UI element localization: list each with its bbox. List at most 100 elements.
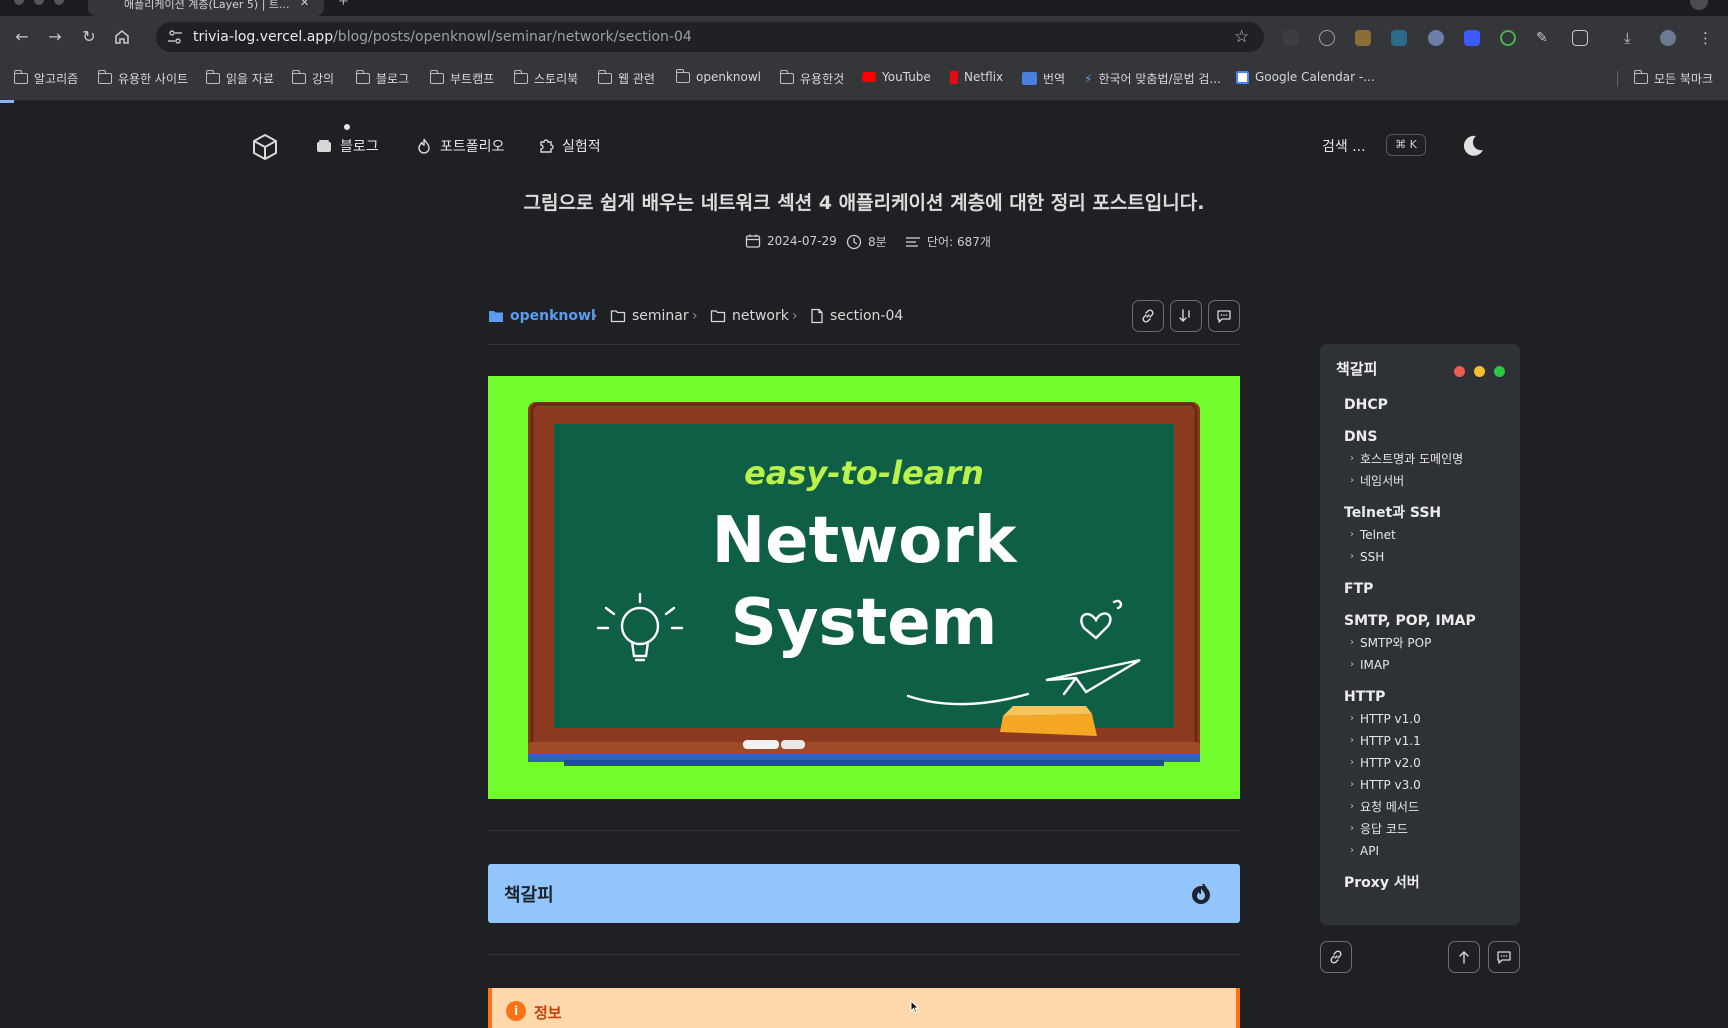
window-zoom-control[interactable] [54, 0, 64, 5]
toc-subsection-link[interactable]: › 응답 코드 [1344, 818, 1514, 840]
toc-subsection-link[interactable]: › SSH [1344, 546, 1514, 568]
toc-subsection-link[interactable]: › HTTP v1.1 [1344, 730, 1514, 752]
toc-subsection-link[interactable]: › Telnet [1344, 524, 1514, 546]
toc-section-link[interactable]: Proxy 서버 [1344, 872, 1514, 894]
profile-icon[interactable] [1660, 30, 1676, 46]
extension-bitwarden-icon[interactable] [1464, 30, 1480, 46]
reload-icon[interactable]: ↻ [79, 27, 99, 47]
extension-eyedropper-icon[interactable]: ✎ [1536, 30, 1552, 46]
menu-kebab-icon[interactable]: ⋮ [1698, 30, 1714, 46]
toc-section-link[interactable]: Telnet과 SSH [1344, 502, 1514, 524]
toc-subsection-link[interactable]: › API [1344, 840, 1514, 862]
profile-avatar[interactable] [1690, 0, 1708, 10]
bookmark-folder[interactable]: 블로그 [355, 70, 409, 87]
divider [488, 830, 1240, 831]
bookmark-folder[interactable]: 웹 관련 [597, 70, 655, 87]
scroll-down-button[interactable] [1170, 300, 1202, 332]
nav-blog[interactable]: 블로그 [316, 136, 379, 156]
toc-subsection-link[interactable]: › 요청 메서드 [1344, 796, 1514, 818]
bookmark-folder[interactable]: 알고리즘 [13, 70, 78, 87]
toc-subsection-link[interactable]: › HTTP v1.0 [1344, 708, 1514, 730]
bookmark-folder[interactable]: 유용한 사이트 [97, 70, 188, 87]
chevron-right-icon: › [1350, 801, 1354, 812]
back-icon[interactable]: ← [12, 27, 32, 47]
toc-section-link[interactable]: FTP [1344, 578, 1514, 600]
bookmark-star-icon[interactable]: ☆ [1234, 27, 1249, 47]
post-date: 2024-07-29 [745, 233, 837, 249]
search-trigger[interactable]: 검색 ... [1322, 136, 1366, 156]
hero-text-network: Network [712, 504, 1018, 578]
bookmark-youtube[interactable]: YouTube [862, 70, 931, 84]
forward-icon[interactable]: → [45, 27, 65, 47]
nav-portfolio[interactable]: 포트폴리오 [416, 136, 504, 156]
bookmark-folder[interactable]: 스토리북 [513, 70, 578, 87]
home-icon[interactable] [112, 27, 132, 47]
scroll-top-button[interactable] [1448, 941, 1480, 973]
blog-icon [317, 140, 331, 152]
tab-title: 애플리케이션 계층(Layer 5) | 트... [124, 0, 290, 11]
toc-subsection-link[interactable]: › HTTP v2.0 [1344, 752, 1514, 774]
post-title: 그림으로 쉽게 배우는 네트워크 섹션 4 애플리케이션 계층에 대한 정리 포… [523, 192, 1205, 214]
toc-subsection-link[interactable]: › 네임서버 [1344, 470, 1514, 492]
toc-comments-button[interactable] [1488, 941, 1520, 973]
toc-subsection-link[interactable]: › 호스트명과 도메인명 [1344, 448, 1514, 470]
chevron-right-icon: › [792, 308, 798, 324]
breadcrumb-network[interactable]: network [710, 308, 789, 324]
chevron-right-icon: › [1350, 713, 1354, 724]
copy-link-button[interactable] [1132, 300, 1164, 332]
bookmark-folder[interactable]: 유용한것 [779, 70, 844, 87]
info-icon: i [506, 1001, 526, 1021]
address-bar[interactable]: trivia-log.vercel.app/blog/posts/openkno… [156, 22, 1264, 52]
bookmarks-separator [1617, 71, 1618, 87]
bookmark-translate[interactable]: 번역 [1022, 70, 1065, 87]
window-minimize-control[interactable] [34, 0, 44, 5]
chevron-right-icon: › [1350, 735, 1354, 746]
bookmark-spellcheck[interactable]: ⚡ 한국어 맞춤법/문법 검... [1084, 70, 1221, 87]
extension-m-icon[interactable] [1283, 30, 1299, 46]
flame-icon[interactable] [1190, 881, 1212, 905]
extensions-puzzle-icon[interactable] [1572, 30, 1588, 46]
extension-globe-icon[interactable] [1428, 30, 1444, 46]
nav-lab[interactable]: 실험적 [538, 136, 601, 156]
breadcrumb-seminar[interactable]: seminar [610, 308, 689, 324]
hero-image-chalkboard: easy-to-learn Network System [488, 376, 1240, 799]
breadcrumb-openknowl[interactable]: openknowl [488, 308, 596, 324]
toc-section-link[interactable]: DNS [1344, 426, 1514, 448]
toc-section-link[interactable]: HTTP [1344, 686, 1514, 708]
bookmark-toc-box[interactable]: 책갈피 [488, 864, 1240, 923]
breadcrumb-section-04[interactable]: section-04 [810, 308, 903, 324]
logo-cube-icon[interactable] [250, 132, 280, 162]
toc-subsection-link[interactable]: › IMAP [1344, 654, 1514, 676]
comments-button[interactable] [1208, 300, 1240, 332]
browser-tab-active[interactable]: 애플리케이션 계층(Layer 5) | 트... ✕ [88, 0, 324, 16]
toc-subsection-link[interactable]: › HTTP v3.0 [1344, 774, 1514, 796]
tab-close-icon[interactable]: ✕ [300, 0, 309, 9]
bookmark-netflix[interactable]: Netflix [950, 70, 1003, 84]
extension-target-icon[interactable] [1500, 30, 1516, 46]
window-close-control[interactable] [14, 0, 24, 5]
bookmarks-bar: 알고리즘 유용한 사이트 읽을 자료 강의 블로그 부트캠프 스토리북 웹 관련… [0, 58, 1728, 101]
bookmark-folder[interactable]: 강의 [291, 70, 334, 87]
page-load-indicator [0, 100, 14, 103]
folder-icon [97, 70, 112, 84]
theme-toggle-moon-icon[interactable] [1460, 133, 1486, 159]
folder-icon [205, 70, 220, 84]
extension-react-icon[interactable] [1391, 30, 1407, 46]
download-icon[interactable]: ⤓ [1624, 30, 1640, 46]
extension-compass-icon[interactable] [1319, 30, 1335, 46]
bookmark-folder[interactable]: openknowl [675, 68, 761, 84]
chevron-right-icon: › [592, 308, 598, 324]
toc-section-link[interactable]: DHCP [1344, 394, 1514, 416]
chevron-right-icon: › [1350, 779, 1354, 790]
all-bookmarks-folder[interactable]: 모든 북마크 [1633, 70, 1713, 87]
bookmark-google-calendar[interactable]: Google Calendar -... [1236, 70, 1375, 84]
toc-subsection-link[interactable]: › SMTP와 POP [1344, 632, 1514, 654]
toc-copy-link-button[interactable] [1320, 941, 1352, 973]
new-tab-icon[interactable]: + [338, 0, 349, 9]
bookmark-folder[interactable]: 읽을 자료 [205, 70, 274, 87]
extension-metamask-icon[interactable] [1355, 30, 1371, 46]
comment-icon [1217, 310, 1231, 323]
bookmark-folder[interactable]: 부트캠프 [429, 70, 494, 87]
toc-section-link[interactable]: SMTP, POP, IMAP [1344, 610, 1514, 632]
site-settings-icon[interactable] [166, 28, 184, 46]
